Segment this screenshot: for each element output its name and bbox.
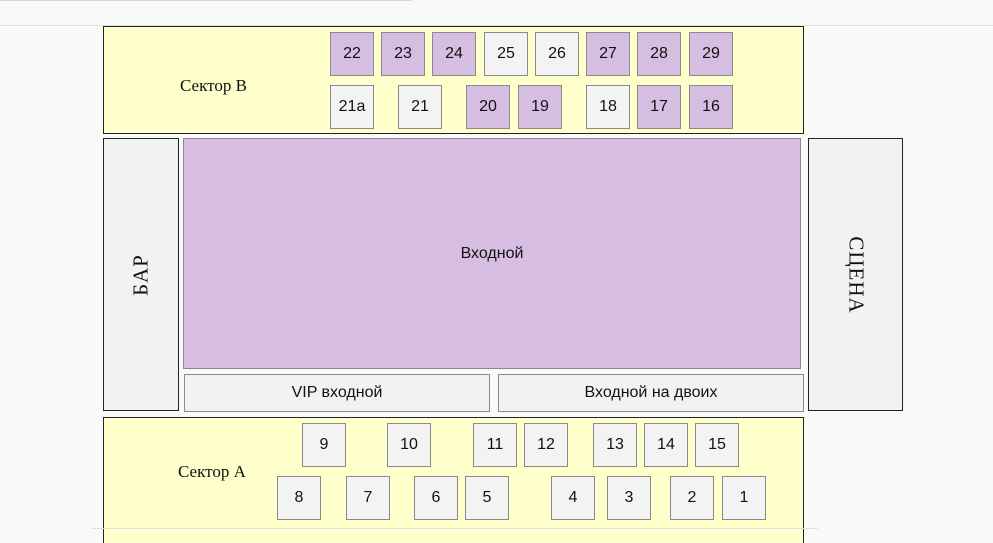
seat[interactable]: 8 [277,476,321,520]
seat-label: 19 [531,98,549,115]
vip-ticket[interactable]: VIP входной [184,374,490,412]
seat[interactable]: 27 [586,32,630,76]
seat[interactable]: 23 [381,32,425,76]
general-admission-label: Входной [460,244,524,262]
seat[interactable]: 20 [466,85,510,129]
seat[interactable]: 29 [689,32,733,76]
bar-area: БАР [103,138,179,411]
seat[interactable]: 15 [695,423,739,467]
seat-label: 8 [294,489,304,506]
seat[interactable]: 21 [398,85,442,129]
seat-label: 5 [482,489,492,506]
seat-label: 15 [708,436,726,453]
seat[interactable]: 2 [670,476,714,520]
seat[interactable]: 19 [518,85,562,129]
top-divider [0,0,412,1]
vip-ticket-label: VIP входной [291,384,383,401]
seat[interactable]: 9 [302,423,346,467]
seat[interactable]: 12 [524,423,568,467]
seat-label: 24 [445,45,463,62]
seat-label: 21a [338,98,366,115]
seat-label: 26 [548,45,566,62]
seat[interactable]: 21a [330,85,374,129]
sector-a-label: Сектор А [178,462,246,481]
seat[interactable]: 7 [346,476,390,520]
seat-label: 7 [363,489,373,506]
seat-label: 23 [394,45,412,62]
seat-label: 12 [537,436,555,453]
stage-area: СЦЕНА [808,138,903,411]
stage-label: СЦЕНА [844,235,868,314]
seat[interactable]: 6 [414,476,458,520]
seat-label: 2 [687,489,697,506]
seat[interactable]: 5 [465,476,509,520]
seat-label: 13 [606,436,624,453]
seat[interactable]: 28 [637,32,681,76]
seat-label: 28 [650,45,668,62]
seat[interactable]: 16 [689,85,733,129]
seat[interactable]: 10 [387,423,431,467]
seat-label: 10 [400,436,418,453]
seat[interactable]: 11 [473,423,517,467]
double-ticket-label: Входной на двоих [584,384,718,401]
seating-map-page: Сектор B 22 23 24 25 26 27 28 29 21a 21 … [0,0,993,543]
seat[interactable]: 3 [607,476,651,520]
seat-label: 6 [431,489,441,506]
seat-label: 14 [657,436,675,453]
footer-divider [92,528,818,529]
seat[interactable]: 22 [330,32,374,76]
seat[interactable]: 4 [551,476,595,520]
seat-label: 9 [319,436,329,453]
seat-label: 1 [739,489,749,506]
seat[interactable]: 17 [637,85,681,129]
bar-label: БАР [128,253,153,296]
sector-b-label: Сектор B [180,76,247,95]
double-ticket[interactable]: Входной на двоих [498,374,804,412]
seat[interactable]: 26 [535,32,579,76]
seat-label: 16 [702,98,720,115]
seat[interactable]: 14 [644,423,688,467]
general-admission-ticket[interactable]: Входной [183,138,801,369]
seat-label: 27 [599,45,617,62]
seat-label: 22 [343,45,361,62]
seat-label: 20 [479,98,497,115]
seat-label: 29 [702,45,720,62]
seat[interactable]: 24 [432,32,476,76]
seat-label: 3 [624,489,634,506]
seat[interactable]: 25 [484,32,528,76]
seat-label: 17 [650,98,668,115]
seat-label: 25 [497,45,515,62]
seat-label: 21 [411,98,429,115]
seat-label: 4 [568,489,578,506]
seat-label: 18 [599,98,617,115]
seat[interactable]: 18 [586,85,630,129]
seat-label: 11 [486,436,504,453]
seat[interactable]: 13 [593,423,637,467]
seat[interactable]: 1 [722,476,766,520]
